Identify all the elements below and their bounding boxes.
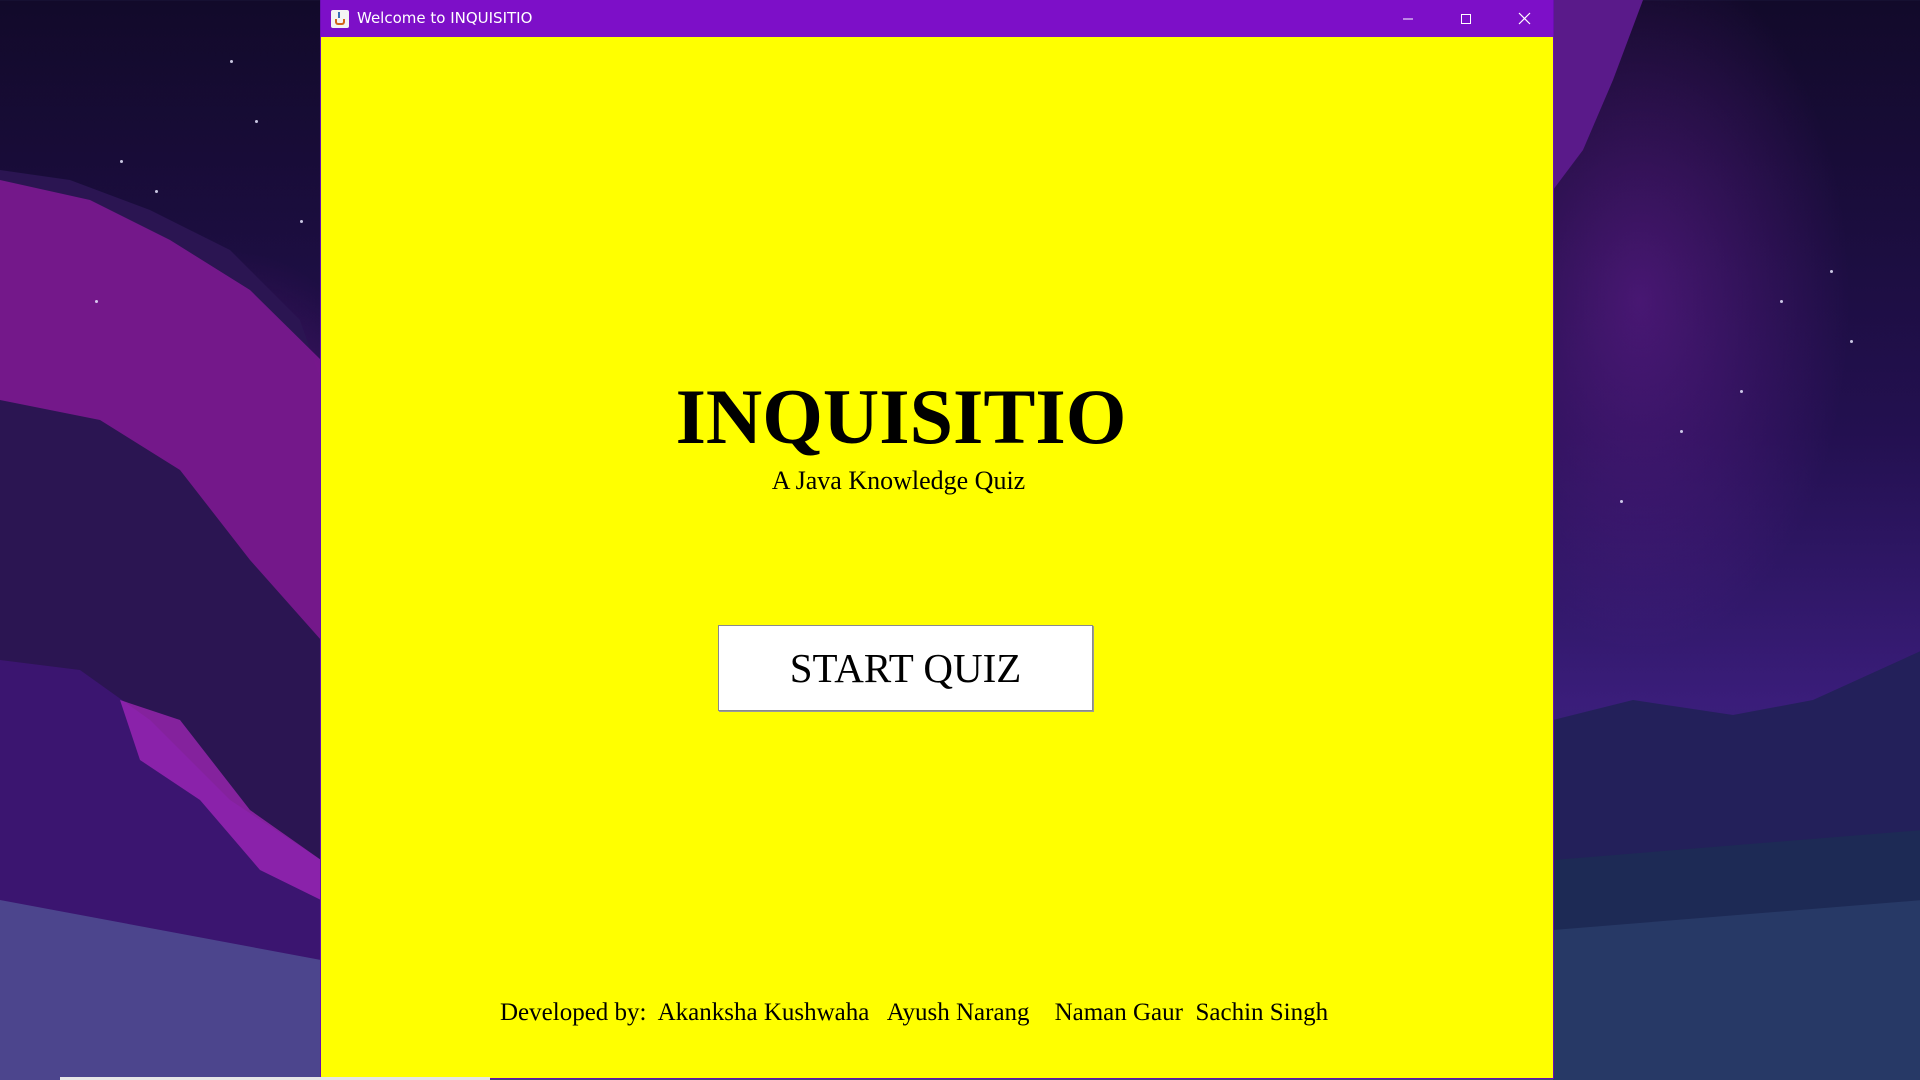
maximize-button[interactable] — [1437, 0, 1495, 37]
star — [255, 120, 258, 123]
background-mountains-left — [0, 170, 321, 1080]
minimize-icon — [1403, 18, 1413, 19]
window-title: Welcome to INQUISITIO — [357, 9, 533, 27]
star — [1850, 340, 1853, 343]
maximize-icon — [1461, 13, 1471, 24]
star — [1620, 500, 1623, 503]
start-quiz-button[interactable]: START QUIZ — [718, 625, 1093, 711]
developer-name: Naman Gaur — [1054, 999, 1183, 1026]
star — [1830, 270, 1833, 273]
star — [120, 160, 123, 163]
credits: Developed by: Akanksha Kushwaha Ayush Na… — [500, 997, 1328, 1029]
background-mountains-right — [1553, 0, 1920, 1080]
app-title: INQUISITIO — [675, 373, 1127, 460]
star — [300, 220, 303, 223]
close-icon — [1518, 12, 1530, 25]
app-window: Welcome to INQUISITIO INQUISITIO A Java … — [321, 0, 1553, 1078]
window-controls — [1379, 0, 1553, 37]
star — [95, 300, 98, 303]
app-subtitle: A Java Knowledge Quiz — [771, 466, 1026, 495]
close-button[interactable] — [1495, 0, 1553, 37]
main-panel: INQUISITIO A Java Knowledge Quiz START Q… — [321, 37, 1553, 1078]
star — [155, 190, 158, 193]
star — [1740, 390, 1743, 393]
star — [1780, 300, 1783, 303]
star — [1680, 430, 1683, 433]
minimize-button[interactable] — [1379, 0, 1437, 37]
credits-prefix: Developed by: — [500, 999, 647, 1026]
developer-name: Ayush Narang — [886, 999, 1030, 1026]
developer-name: Sachin Singh — [1195, 999, 1329, 1026]
star — [230, 60, 233, 63]
java-icon — [331, 9, 349, 28]
developer-name: Akanksha Kushwaha — [657, 999, 870, 1026]
title-bar[interactable]: Welcome to INQUISITIO — [321, 0, 1553, 37]
